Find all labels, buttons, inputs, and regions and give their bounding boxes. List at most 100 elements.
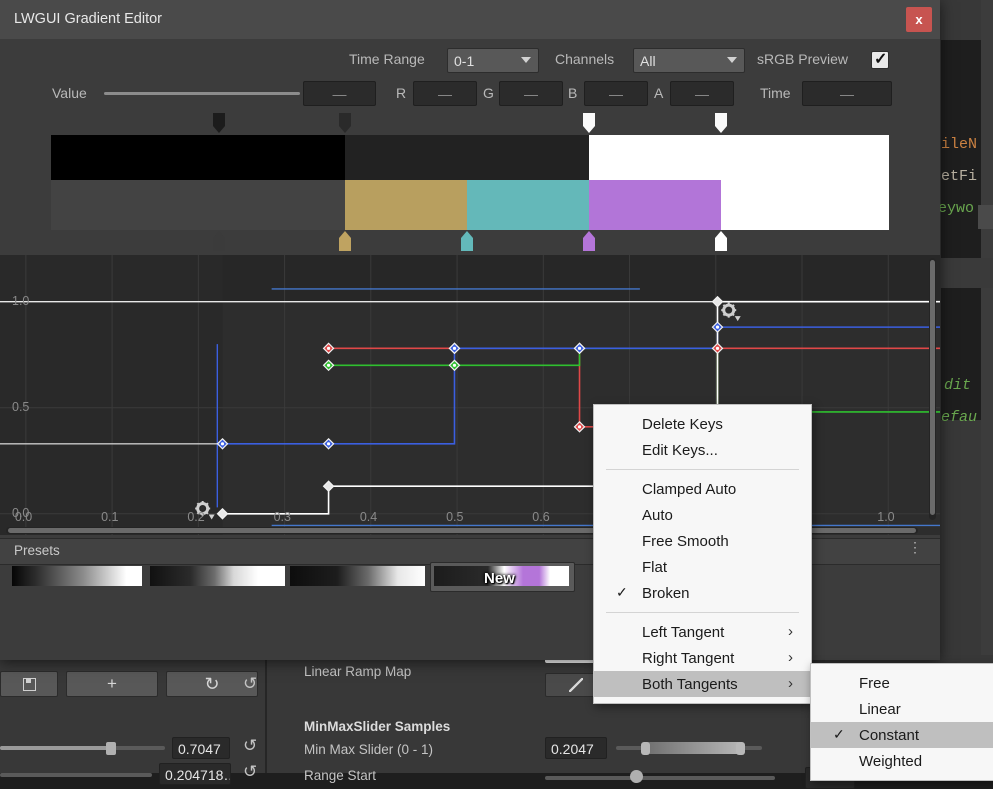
b-field[interactable]: — xyxy=(584,81,648,106)
color-key-marker[interactable] xyxy=(339,231,351,251)
menu-item[interactable]: Delete Keys xyxy=(594,411,811,437)
color-key-marker[interactable] xyxy=(583,231,595,251)
marker-body xyxy=(339,113,351,126)
menu-separator xyxy=(606,612,799,613)
alpha-key-marker[interactable] xyxy=(213,113,225,133)
value-slider[interactable] xyxy=(104,92,300,95)
color-key-marker[interactable] xyxy=(213,231,225,251)
marker-body xyxy=(339,238,351,251)
slider-1-knob[interactable] xyxy=(106,742,116,755)
value-field[interactable]: — xyxy=(303,81,376,106)
new-preset-label: New xyxy=(484,570,515,587)
chevron-right-icon: › xyxy=(788,649,793,666)
keyframe-center xyxy=(453,347,456,350)
save-button[interactable] xyxy=(0,671,58,697)
y-tick-label: 0.0 xyxy=(12,506,29,520)
submenu-item[interactable]: ✓Constant xyxy=(811,722,993,748)
r-label: R xyxy=(396,85,406,101)
minmaxslider-samples-heading: MinMaxSlider Samples xyxy=(304,719,450,734)
g-field[interactable]: — xyxy=(499,81,563,106)
submenu-item[interactable]: Linear xyxy=(811,696,993,722)
marker-tip xyxy=(715,231,727,238)
preset-item[interactable] xyxy=(12,566,142,586)
alpha-key-marker[interactable] xyxy=(583,113,595,133)
minmax-knob-right[interactable] xyxy=(736,742,745,755)
submenu-item[interactable]: Weighted xyxy=(811,748,993,774)
minmax-value-field[interactable]: 0.2047 xyxy=(545,737,607,759)
marker-body xyxy=(213,113,225,126)
marker-tip xyxy=(583,231,595,238)
curve-g xyxy=(329,348,940,412)
menu-item[interactable]: Both Tangents› xyxy=(594,671,811,697)
keyframe-handle[interactable] xyxy=(324,481,334,491)
menu-item[interactable]: Flat xyxy=(594,554,811,580)
settings-gear-icon[interactable] xyxy=(721,303,741,322)
menu-item[interactable]: Right Tangent› xyxy=(594,645,811,671)
slider-2-track[interactable] xyxy=(0,773,152,777)
minmax-knob-left[interactable] xyxy=(641,742,650,755)
slider-2-value-field[interactable]: 0.204718… xyxy=(159,763,231,785)
range-start-knob[interactable] xyxy=(630,770,643,783)
alpha-key-marker[interactable] xyxy=(715,113,727,133)
marker-tip xyxy=(339,126,351,133)
y-tick-label: 1.0 xyxy=(12,294,29,308)
preset-item[interactable] xyxy=(290,566,425,586)
menu-item[interactable]: Edit Keys... xyxy=(594,437,811,463)
window-titlebar[interactable]: LWGUI Gradient Editor x xyxy=(0,0,940,39)
time-label: Time xyxy=(760,85,791,101)
x-tick-label: 0.2 xyxy=(187,510,204,524)
close-button[interactable]: x xyxy=(906,7,932,32)
time-range-dropdown[interactable]: 0-1 xyxy=(447,48,539,73)
color-key-marker[interactable] xyxy=(715,231,727,251)
minmax-range-bar[interactable] xyxy=(645,742,740,754)
slider-1-value-field[interactable]: 0.7047 xyxy=(172,737,230,759)
range-start-track[interactable] xyxy=(545,776,775,780)
channels-label: Channels xyxy=(555,51,614,67)
menu-item-label: Delete Keys xyxy=(642,416,723,433)
channels-dropdown[interactable]: All xyxy=(633,48,745,73)
menu-item-label: Left Tangent xyxy=(642,624,724,641)
submenu-item-label: Free xyxy=(859,675,890,692)
submenu-item[interactable]: Free xyxy=(811,670,993,696)
menu-item-label: Edit Keys... xyxy=(642,442,718,459)
menu-item[interactable]: Clamped Auto xyxy=(594,476,811,502)
color-key-marker[interactable] xyxy=(461,231,473,251)
revert-button-2[interactable]: ↺ xyxy=(243,737,257,754)
menu-item[interactable]: ✓Broken xyxy=(594,580,811,606)
marker-tip xyxy=(461,231,473,238)
gradient-alpha-strip[interactable] xyxy=(51,135,889,180)
curve-context-menu[interactable]: Delete Keys Edit Keys... Clamped Auto Auto F… xyxy=(593,404,812,704)
presets-options-icon[interactable]: ⋮ xyxy=(908,543,922,551)
menu-item[interactable]: Free Smooth xyxy=(594,528,811,554)
background-strip-gap xyxy=(938,258,993,288)
alpha-key-marker[interactable] xyxy=(339,113,351,133)
keyframe-center xyxy=(327,347,330,350)
marker-tip xyxy=(715,126,727,133)
menu-item[interactable]: Left Tangent› xyxy=(594,619,811,645)
marker-body xyxy=(461,238,473,251)
both-tangents-submenu[interactable]: Free Linear✓ConstantWeighted xyxy=(810,663,993,781)
gradient-color-segment xyxy=(589,180,721,230)
menu-item-label: Clamped Auto xyxy=(642,481,736,498)
menu-item[interactable]: Auto xyxy=(594,502,811,528)
r-field[interactable]: — xyxy=(413,81,477,106)
check-icon: ✓ xyxy=(874,49,887,69)
check-icon: ✓ xyxy=(833,726,845,743)
add-button[interactable]: + xyxy=(66,671,158,697)
scrollbar-thumb[interactable] xyxy=(930,260,935,515)
gradient-color-strip[interactable] xyxy=(51,180,889,230)
curve-vertical-scrollbar[interactable] xyxy=(929,258,936,520)
preset-item[interactable] xyxy=(150,566,285,586)
x-tick-label: 0.3 xyxy=(274,510,291,524)
gradient-color-segment xyxy=(345,180,467,230)
background-code-line: ileN xyxy=(941,136,977,153)
revert-button-1[interactable]: ↺ xyxy=(243,675,257,692)
time-range-value: 0-1 xyxy=(454,53,474,69)
menu-item-label: Free Smooth xyxy=(642,533,729,550)
srgb-preview-checkbox[interactable]: ✓ xyxy=(871,51,889,69)
revert-button-3[interactable]: ↺ xyxy=(243,763,257,780)
check-icon: ✓ xyxy=(616,584,628,601)
a-field[interactable]: — xyxy=(670,81,734,106)
marker-body xyxy=(583,113,595,126)
time-field[interactable]: — xyxy=(802,81,892,106)
